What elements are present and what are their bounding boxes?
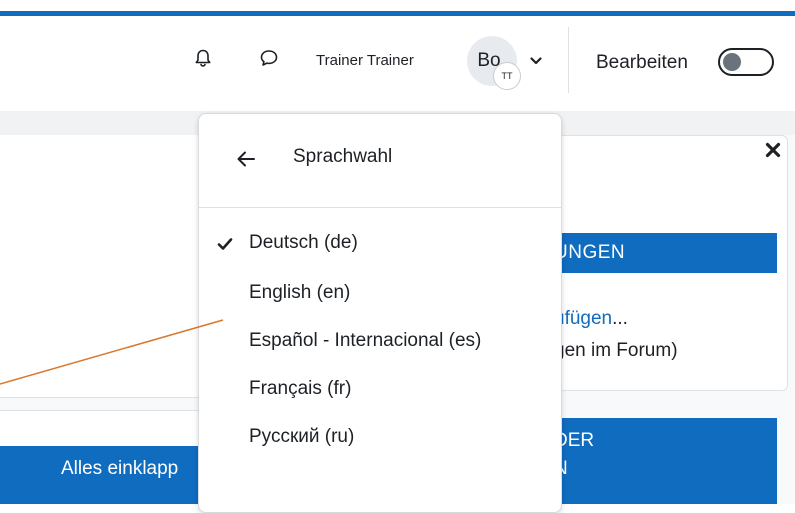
language-item-ru[interactable]: Русский (ru) xyxy=(249,426,354,448)
menu-divider xyxy=(199,207,561,208)
edit-mode-toggle[interactable] xyxy=(718,48,774,76)
forum-info-text: gen im Forum) xyxy=(554,340,678,361)
block-heading-text: UNGEN xyxy=(554,242,626,263)
language-item-en[interactable]: English (en) xyxy=(249,282,350,304)
language-item-es[interactable]: Español - Internacional (es) xyxy=(249,330,481,352)
navbar-divider xyxy=(568,27,569,93)
language-menu-title: Sprachwahl xyxy=(293,146,393,167)
chevron-down-icon[interactable] xyxy=(529,54,543,68)
add-post-link-text[interactable]: ufügen xyxy=(554,308,612,329)
course-index-panel xyxy=(0,135,214,398)
user-name[interactable]: Trainer Trainer xyxy=(316,52,414,69)
collapse-all-label: Alles einklapp xyxy=(61,458,179,479)
user-menu-toggle[interactable]: Bo TT xyxy=(467,36,555,90)
add-post-link[interactable]: ufügen... xyxy=(554,308,628,330)
edit-mode-label: Bearbeiten xyxy=(596,52,688,73)
link-suffix: ... xyxy=(612,308,628,329)
language-item-fr[interactable]: Français (fr) xyxy=(249,378,351,400)
chat-bubble-icon[interactable] xyxy=(259,48,279,68)
toggle-knob xyxy=(723,53,741,71)
check-icon xyxy=(217,238,233,250)
close-icon[interactable] xyxy=(764,141,782,159)
avatar-badge: TT xyxy=(493,62,521,90)
language-menu: Sprachwahl Deutsch (de) English (en) Esp… xyxy=(198,113,562,513)
arrow-left-icon[interactable] xyxy=(235,148,257,170)
language-item-de[interactable]: Deutsch (de) xyxy=(249,232,358,254)
top-accent-bar xyxy=(0,0,795,16)
bell-icon[interactable] xyxy=(193,48,213,68)
